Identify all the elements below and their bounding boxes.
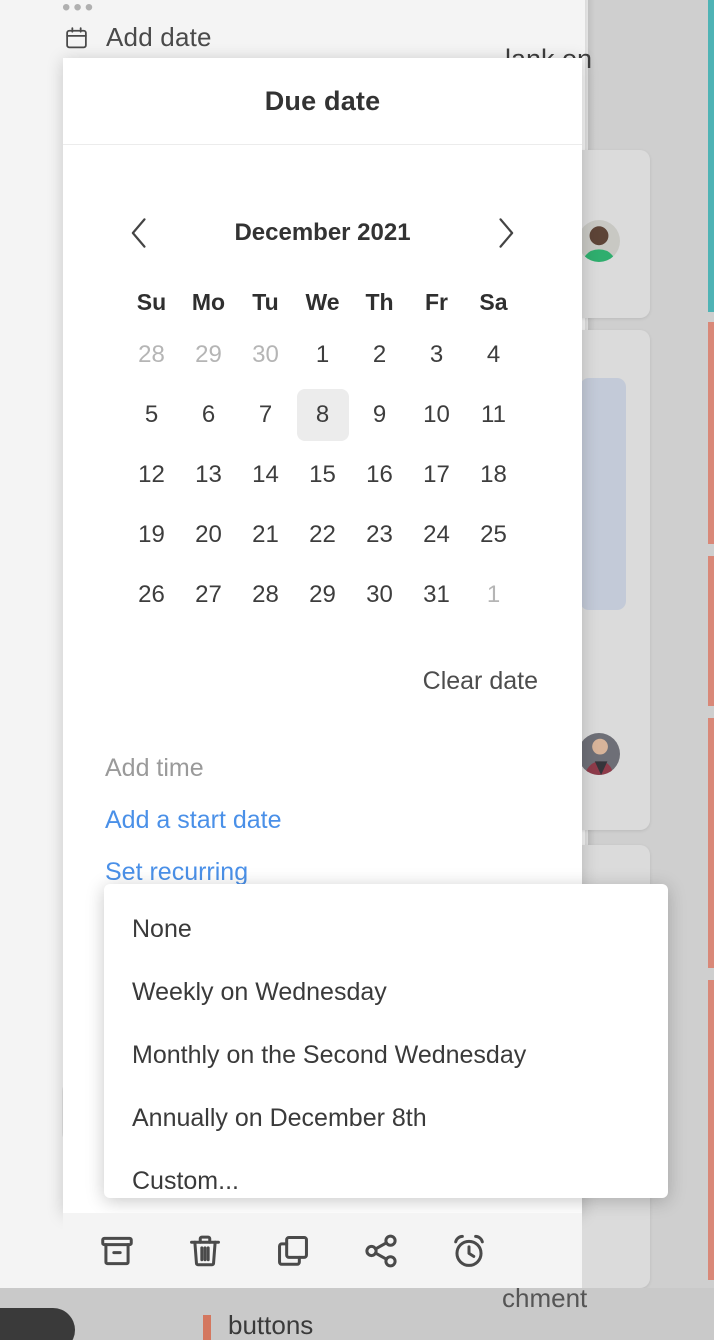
calendar-day[interactable]: 1 xyxy=(465,565,522,625)
add-date-label: Add date xyxy=(106,22,212,52)
calendar-day[interactable]: 25 xyxy=(465,505,522,565)
calendar-day[interactable]: 28 xyxy=(123,325,180,385)
recurring-dropdown: None Weekly on Wednesday Monthly on the Se… xyxy=(104,884,668,1198)
calendar-day[interactable]: 30 xyxy=(351,565,408,625)
popup-option-add-a-start-date[interactable]: Add a start date xyxy=(105,794,582,846)
calendar-day[interactable]: 22 xyxy=(294,505,351,565)
screen: ••• Add date lank on xyxy=(0,0,714,1340)
edge-color-strip xyxy=(708,0,714,312)
alarm-icon[interactable] xyxy=(425,1221,513,1281)
calendar-day[interactable]: 10 xyxy=(408,385,465,445)
calendar-day[interactable]: 5 xyxy=(123,385,180,445)
calendar-day[interactable]: 13 xyxy=(180,445,237,505)
calendar-day[interactable]: 2 xyxy=(351,325,408,385)
calendar-month-label: December 2021 xyxy=(234,219,411,246)
calendar-day[interactable]: 24 xyxy=(408,505,465,565)
calendar-day-selected[interactable]: 8 xyxy=(294,385,351,445)
calendar-weekday-header: Mo xyxy=(191,289,226,315)
calendar-day[interactable]: 4 xyxy=(465,325,522,385)
calendar-day[interactable]: 19 xyxy=(123,505,180,565)
recurring-option[interactable]: Annually on December 8th xyxy=(104,1087,668,1150)
background-bottom-bar xyxy=(0,1288,714,1340)
calendar-day[interactable]: 15 xyxy=(294,445,351,505)
popup-title: Due date xyxy=(264,85,381,116)
chevron-right-icon[interactable] xyxy=(484,211,528,255)
edge-color-strip xyxy=(708,980,714,1280)
calendar-weekday-header: Fr xyxy=(425,289,448,315)
calendar-day[interactable]: 29 xyxy=(180,325,237,385)
calendar-day[interactable]: 30 xyxy=(237,325,294,385)
popup-options-list: Add time Add a start date Set recurring xyxy=(105,742,582,898)
calendar-day[interactable]: 1 xyxy=(294,325,351,385)
archive-icon[interactable] xyxy=(73,1221,161,1281)
share-icon[interactable] xyxy=(337,1221,425,1281)
calendar-weekday-header: Th xyxy=(365,289,394,315)
calendar-day[interactable]: 27 xyxy=(180,565,237,625)
calendar-day[interactable]: 16 xyxy=(351,445,408,505)
calendar-day[interactable]: 14 xyxy=(237,445,294,505)
background-overflow-dots[interactable]: ••• xyxy=(62,0,96,22)
chevron-left-icon[interactable] xyxy=(117,211,161,255)
calendar-day[interactable]: 20 xyxy=(180,505,237,565)
edge-color-strip xyxy=(708,718,714,968)
calendar-day[interactable]: 3 xyxy=(408,325,465,385)
calendar-day[interactable]: 26 xyxy=(123,565,180,625)
calendar-day[interactable]: 31 xyxy=(408,565,465,625)
calendar-day[interactable]: 17 xyxy=(408,445,465,505)
popup-option-add-time[interactable]: Add time xyxy=(105,742,582,794)
recurring-option[interactable]: Monthly on the Second Wednesday xyxy=(104,1024,668,1087)
calendar-grid: Su Mo Tu We Th Fr Sa 28 29 30 1 2 3 4 5 6 7 8 9 10 11 12 13 14 1… xyxy=(123,279,522,625)
calendar-day[interactable]: 7 xyxy=(237,385,294,445)
calendar-day[interactable]: 12 xyxy=(123,445,180,505)
clear-date-row: Clear date xyxy=(107,667,538,696)
duplicate-icon[interactable] xyxy=(249,1221,337,1281)
background-selection-highlight xyxy=(580,378,626,610)
edge-color-strip xyxy=(708,556,714,706)
calendar-day[interactable]: 23 xyxy=(351,505,408,565)
calendar-day[interactable]: 29 xyxy=(294,565,351,625)
calendar-day[interactable]: 18 xyxy=(465,445,522,505)
recurring-option[interactable]: Weekly on Wednesday xyxy=(104,961,668,1024)
calendar-day[interactable]: 21 xyxy=(237,505,294,565)
background-pill-button[interactable] xyxy=(0,1308,75,1340)
calendar-icon xyxy=(64,25,89,51)
calendar-day[interactable]: 9 xyxy=(351,385,408,445)
avatar[interactable] xyxy=(578,220,620,262)
trash-icon[interactable] xyxy=(161,1221,249,1281)
add-date-row[interactable]: Add date xyxy=(64,22,212,53)
calendar-nav: December 2021 xyxy=(63,197,582,269)
edge-color-strip xyxy=(708,322,714,544)
calendar-weekday-header: Sa xyxy=(479,289,508,315)
recurring-option[interactable]: None xyxy=(104,898,668,961)
calendar-weekday-header: Tu xyxy=(252,289,279,315)
recurring-option[interactable]: Custom... xyxy=(104,1150,668,1213)
calendar-day[interactable]: 11 xyxy=(465,385,522,445)
avatar[interactable] xyxy=(578,733,620,775)
popup-header: Due date xyxy=(63,58,582,145)
action-toolbar xyxy=(63,1213,582,1288)
background-text-buttons: buttons xyxy=(228,1310,314,1340)
calendar-weekday-header: Su xyxy=(136,289,167,315)
background-color-marker xyxy=(203,1315,211,1340)
clear-date-button[interactable]: Clear date xyxy=(423,667,538,696)
calendar-day[interactable]: 6 xyxy=(180,385,237,445)
calendar-day[interactable]: 28 xyxy=(237,565,294,625)
calendar-weekday-header: We xyxy=(305,289,340,315)
